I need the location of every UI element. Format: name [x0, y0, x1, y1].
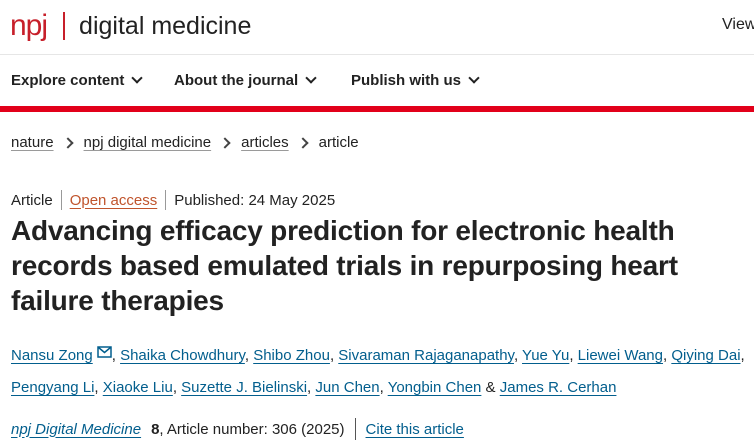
- chevron-down-icon: [305, 72, 317, 84]
- nav-publish-with-us[interactable]: Publish with us: [351, 72, 480, 89]
- author-link[interactable]: James R. Cerhan: [500, 379, 617, 396]
- open-access-link[interactable]: Open access: [70, 192, 158, 209]
- author-link[interactable]: Liewei Wang: [578, 347, 663, 364]
- breadcrumb-journal[interactable]: npj digital medicine: [84, 134, 212, 151]
- nav-label: About the journal: [174, 72, 299, 89]
- author-list: Nansu Zong, Shaika Chowdhury, Shibo Zhou…: [11, 346, 745, 396]
- author-link[interactable]: Xiaoke Liu: [103, 379, 173, 396]
- chevron-right-icon: [296, 136, 309, 149]
- breadcrumb-articles[interactable]: articles: [241, 134, 289, 151]
- chevron-down-icon: [468, 72, 480, 84]
- nav-label: Explore content: [11, 72, 125, 89]
- volume-number: 8: [151, 420, 160, 438]
- nav-red-rule: [0, 106, 754, 112]
- journal-logo[interactable]: npj digital medicine: [10, 6, 251, 46]
- main-nav: Explore content About the journal Publis…: [0, 55, 754, 106]
- author-link[interactable]: Sivaraman Rajaganapathy: [338, 347, 514, 364]
- author-link[interactable]: Qiying Dai: [671, 347, 740, 364]
- author-link[interactable]: Jun Chen: [315, 379, 379, 396]
- meta-divider: [165, 190, 167, 210]
- breadcrumb-current: article: [318, 134, 359, 151]
- author-link[interactable]: Nansu Zong: [11, 347, 93, 364]
- nav-about-journal[interactable]: About the journal: [174, 72, 317, 89]
- author-link[interactable]: Yue Yu: [522, 347, 569, 364]
- breadcrumb-nature[interactable]: nature: [11, 134, 54, 151]
- cite-this-article-link[interactable]: Cite this article: [366, 421, 464, 438]
- nav-label: Publish with us: [351, 72, 462, 89]
- author-link[interactable]: Pengyang Li: [11, 379, 94, 396]
- published-date: Published: 24 May 2025: [174, 191, 336, 209]
- chevron-right-icon: [61, 136, 74, 149]
- author-link[interactable]: Shaika Chowdhury: [120, 347, 245, 364]
- citation-line: npj Digital Medicine 8 , Article number:…: [11, 418, 464, 440]
- logo-npj: npj: [10, 9, 48, 42]
- article-title: Advancing efficacy prediction for electr…: [11, 215, 678, 316]
- breadcrumb: nature npj digital medicine articles art…: [11, 134, 359, 151]
- logo-title: digital medicine: [79, 11, 252, 40]
- article-meta: Article Open access Published: 24 May 20…: [11, 190, 335, 210]
- author-link[interactable]: Shibo Zhou: [253, 347, 330, 364]
- article-number: , Article number: 306 (2025): [159, 420, 345, 438]
- chevron-right-icon: [219, 136, 231, 149]
- nav-explore-content[interactable]: Explore content: [11, 72, 144, 89]
- mail-icon[interactable]: [96, 346, 112, 358]
- view-link[interactable]: View: [722, 16, 754, 34]
- citation-divider: [354, 418, 356, 440]
- article-type: Article: [11, 191, 53, 209]
- author-link[interactable]: Suzette J. Bielinski: [181, 379, 307, 396]
- meta-divider: [60, 190, 62, 210]
- author-link[interactable]: Yongbin Chen: [388, 379, 482, 396]
- logo-divider: [63, 12, 66, 40]
- site-header: npj digital medicine View: [0, 0, 754, 55]
- journal-link[interactable]: npj Digital Medicine: [11, 421, 141, 438]
- chevron-down-icon: [131, 72, 144, 84]
